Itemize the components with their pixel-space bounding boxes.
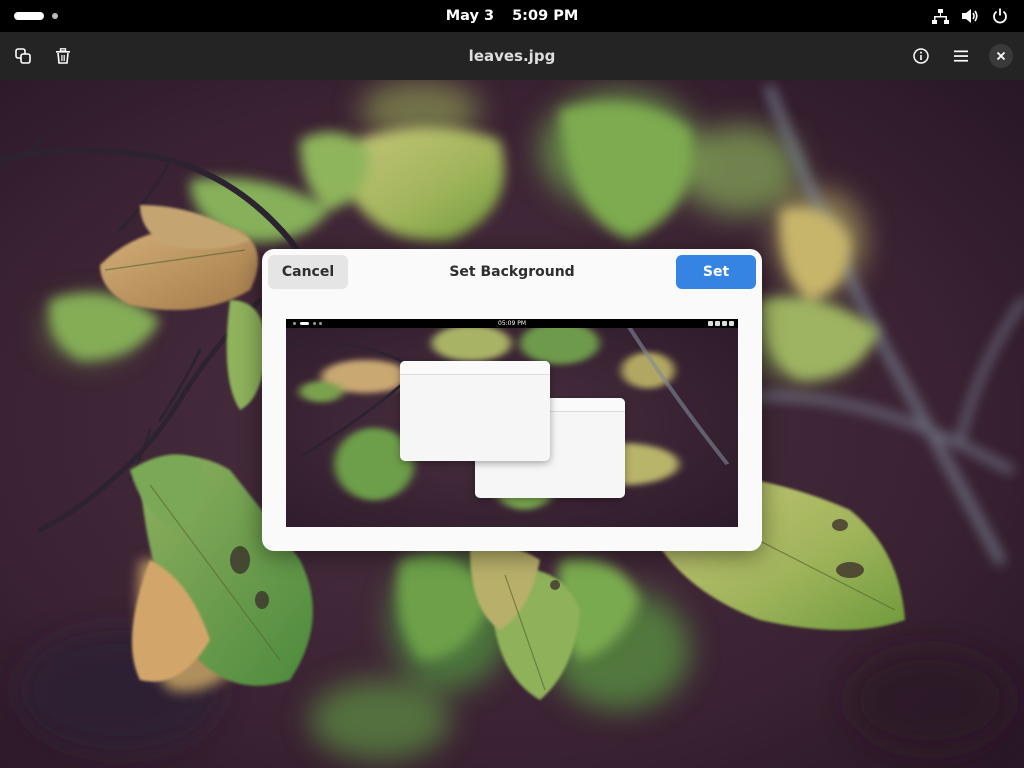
cancel-button[interactable]: Cancel (268, 255, 348, 289)
properties-button[interactable] (906, 41, 936, 71)
workspace-dot (52, 13, 58, 19)
copy-icon (15, 48, 31, 64)
close-icon (996, 51, 1006, 61)
clock-date[interactable]: May 3 (446, 8, 494, 24)
top-bar: May 3 5:09 PM (0, 0, 1024, 32)
preview-clock: 05:09 PM (498, 320, 526, 327)
delete-button[interactable] (48, 41, 78, 71)
network-icon[interactable] (930, 6, 950, 26)
trash-icon (56, 48, 70, 64)
set-background-dialog: Cancel Set Background Set 05:09 PM (262, 249, 762, 551)
workspace-active-pill (14, 12, 44, 20)
hamburger-menu-icon (954, 50, 968, 62)
volume-icon[interactable] (960, 6, 980, 26)
main-menu-button[interactable] (946, 41, 976, 71)
activities-indicator[interactable] (14, 9, 64, 23)
preview-window-front (400, 361, 550, 461)
set-button[interactable]: Set (676, 255, 756, 289)
file-title: leaves.jpg (468, 47, 556, 65)
system-status-area[interactable] (930, 0, 1010, 32)
clock-time[interactable]: 5:09 PM (512, 8, 578, 24)
preview-status-icons (708, 320, 734, 327)
image-viewer-headerbar: leaves.jpg (0, 32, 1024, 80)
preview-top-bar: 05:09 PM (286, 319, 738, 328)
copy-button[interactable] (8, 41, 38, 71)
info-icon (913, 48, 929, 64)
background-preview: 05:09 PM (286, 319, 738, 527)
power-icon[interactable] (990, 6, 1010, 26)
close-window-button[interactable] (989, 44, 1013, 68)
clock: May 3 5:09 PM (0, 0, 1024, 32)
